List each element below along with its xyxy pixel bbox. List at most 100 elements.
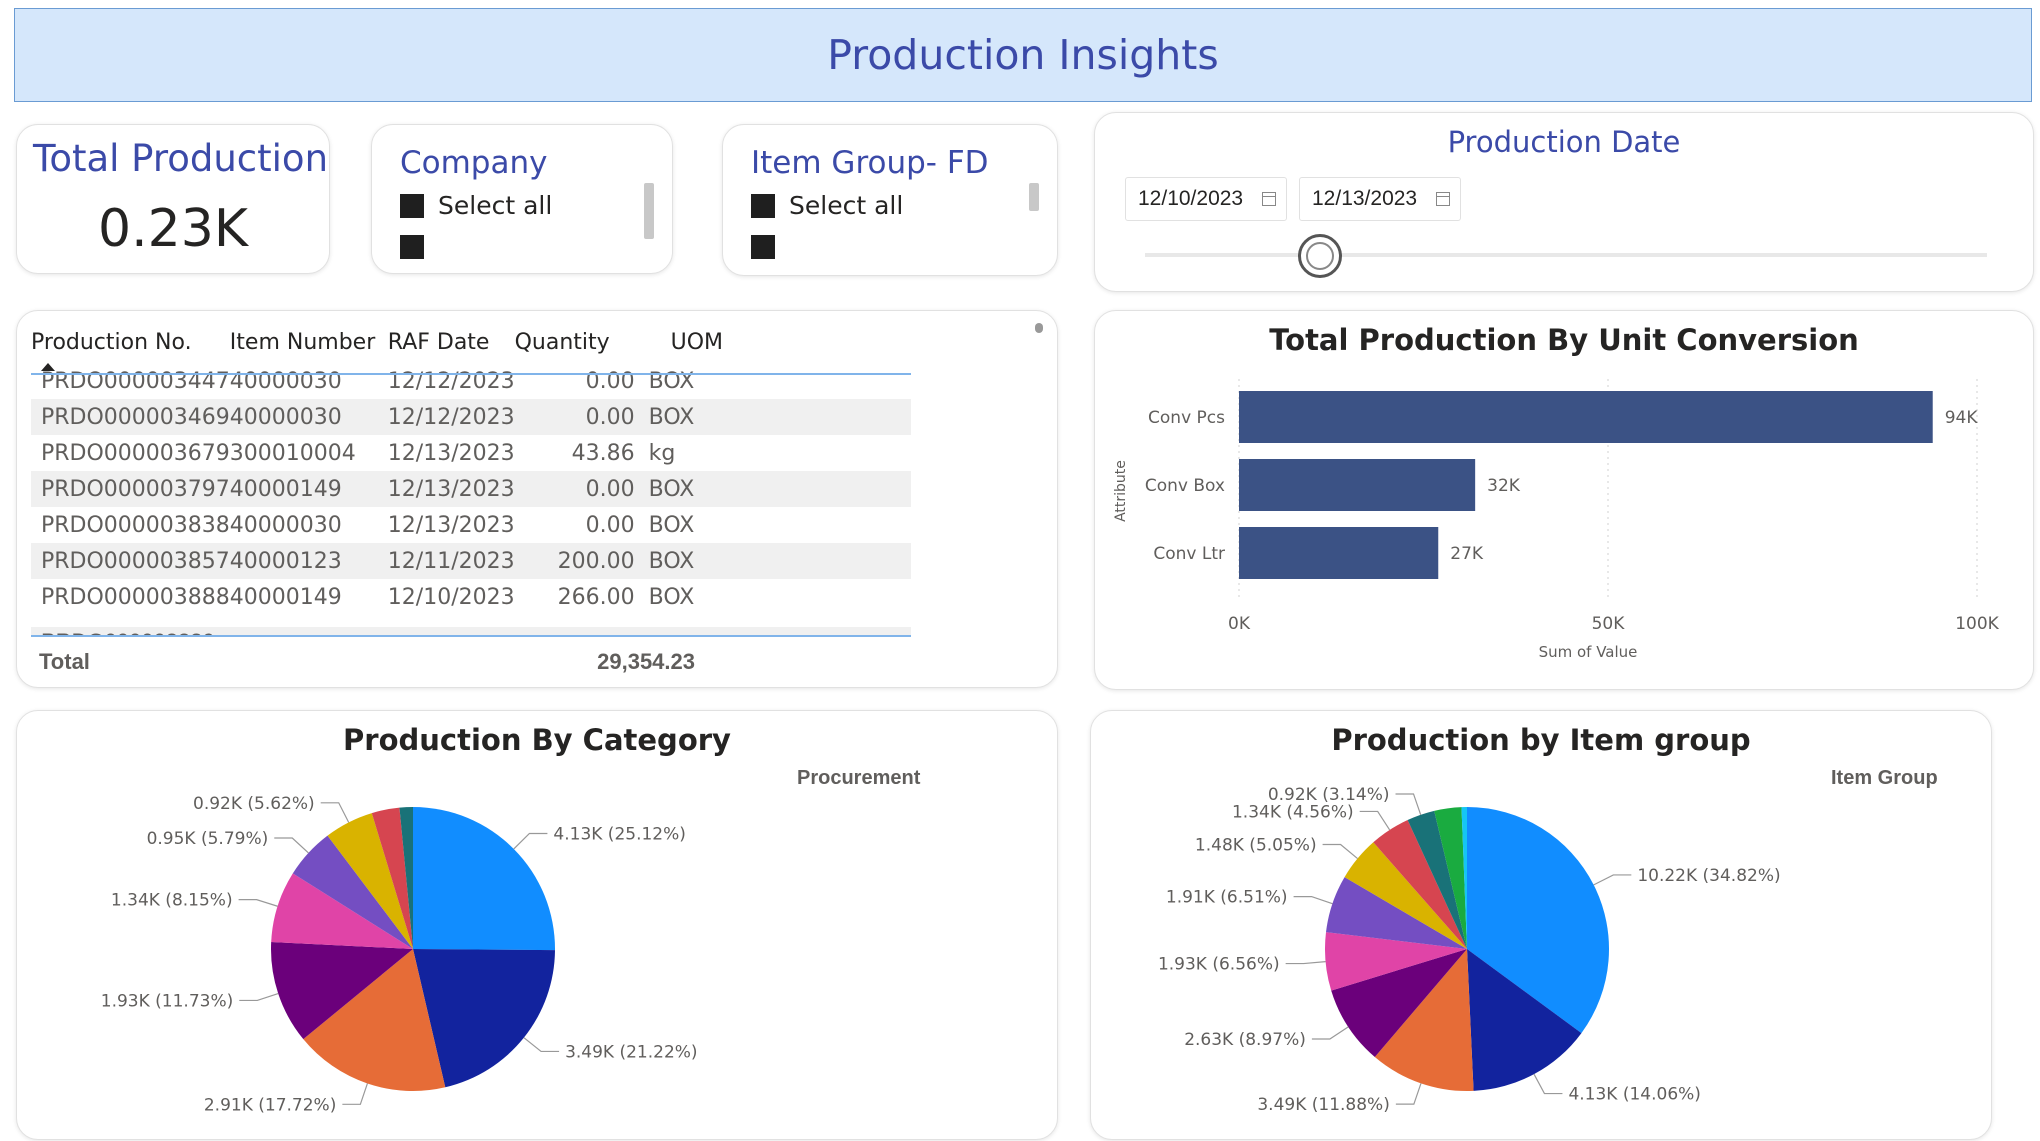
- uom-cell: BOX: [648, 368, 695, 394]
- uom-cell: BOX: [634, 543, 911, 579]
- production-no-cell: PRDO000003888: [41, 584, 230, 610]
- pie-data-label: 1.91K (6.51%): [1166, 888, 1288, 908]
- checkbox-icon[interactable]: [400, 235, 424, 259]
- quantity-cell: 200.00: [514, 543, 635, 579]
- leader-line: [274, 837, 309, 854]
- pie-data-label: 1.34K (8.15%): [111, 891, 233, 911]
- uom-cell: BOX: [634, 471, 911, 507]
- leader-line: [1322, 843, 1358, 859]
- category-pie-card: Production By Category Procurement 4.13K…: [16, 710, 1058, 1140]
- start-date-input[interactable]: 12/10/2023: [1125, 177, 1287, 221]
- report-header: Production Insights: [14, 8, 2032, 102]
- table-scrollbar[interactable]: [1035, 323, 1043, 333]
- item-number-cell: 40000030: [229, 368, 342, 394]
- item-group-option[interactable]: [751, 235, 789, 259]
- item-number-cell: 40000149: [229, 584, 342, 610]
- column-header-quantity[interactable]: Quantity: [515, 321, 635, 363]
- checkbox-icon[interactable]: [751, 235, 775, 259]
- bar-chart-title: Total Production By Unit Conversion: [1269, 323, 1859, 357]
- start-date-value: 12/10/2023: [1138, 187, 1244, 210]
- leader-line: [342, 1083, 368, 1105]
- leader-line: [1285, 961, 1326, 965]
- leader-line: [513, 832, 548, 850]
- column-header-item-number[interactable]: Item Number: [230, 321, 388, 363]
- item-group-slicer-scrollbar[interactable]: [1029, 183, 1039, 211]
- table-row[interactable]: PRDO000003857 40000123 12/11/2023 200.00 BOX: [31, 543, 911, 579]
- table-row[interactable]: PRDO000003838 40000030 12/13/2023 0.00 BOX: [31, 507, 911, 543]
- date-slider-handle[interactable]: [1298, 234, 1342, 278]
- calendar-icon[interactable]: [1262, 192, 1276, 206]
- item-group-pie-title: Production by Item group: [1331, 723, 1751, 757]
- bar: [1239, 459, 1476, 511]
- body-divider: [31, 635, 911, 637]
- leader-line: [1533, 1073, 1563, 1095]
- company-slicer-scrollbar[interactable]: [644, 183, 654, 239]
- raf-date-cell: 12/12/2023: [387, 399, 515, 435]
- company-select-all-label: Select all: [438, 191, 553, 220]
- table-row[interactable]: PRDO000003469 40000030 12/12/2023 0.00 BOX: [31, 399, 911, 435]
- pie-data-label: 2.63K (8.97%): [1184, 1030, 1306, 1050]
- table-total-label: Total: [39, 649, 90, 674]
- company-option[interactable]: [400, 235, 438, 259]
- column-header-raf-date[interactable]: RAF Date: [388, 321, 515, 363]
- leader-line: [239, 992, 279, 1002]
- leader-line: [1593, 874, 1632, 886]
- production-no-cell: PRDO000003838: [41, 512, 230, 538]
- pie-data-label: 10.22K (34.82%): [1637, 866, 1780, 886]
- y-category-label: Conv Ltr: [1153, 544, 1225, 564]
- company-slicer: Company Select all: [371, 124, 673, 274]
- pie-data-label: 1.93K (11.73%): [101, 991, 234, 1011]
- quantity-cell: 0.00: [514, 471, 635, 507]
- date-slider-track[interactable]: [1145, 253, 1987, 257]
- pie-data-label: 0.95K (5.79%): [147, 829, 269, 849]
- raf-date-cell: 12/11/2023: [387, 543, 515, 579]
- quantity-cell: 0.00: [514, 399, 635, 435]
- table-row[interactable]: PRDO000003888 40000149 12/10/2023 266.00 BOX: [31, 579, 911, 615]
- production-no-cell: PRDO000003857: [31, 543, 230, 579]
- production-no-cell: PRDO000003447: [41, 368, 230, 394]
- uom-cell: BOX: [648, 512, 695, 538]
- item-group-pie-card: Production by Item group Item Group 10.2…: [1090, 710, 1992, 1140]
- pie-data-label: 3.49K (21.22%): [565, 1042, 698, 1062]
- table-row[interactable]: PRDO000003679 300010004 12/13/2023 43.86 kg: [31, 435, 911, 471]
- date-slicer-title: Production Date: [1447, 125, 1681, 159]
- kpi-label: Total Production: [33, 137, 329, 180]
- category-pie-chart: 4.13K (25.12%) 3.49K (21.22%) 2.91K (17.72…: [101, 794, 698, 1116]
- table-row[interactable]: PRDO000003797 40000149 12/13/2023 0.00 BOX: [31, 471, 911, 507]
- leader-line: [1359, 810, 1391, 831]
- pie-slice: [413, 807, 555, 951]
- pie-data-label: 4.13K (25.12%): [553, 824, 686, 844]
- x-axis-title: Sum of Value: [1539, 643, 1638, 661]
- item-group-pie-legend-title: Item Group: [1831, 767, 1938, 789]
- item-group-pie-chart: 10.22K (34.82%) 4.13K (14.06%) 3.49K (11.8…: [1158, 785, 1781, 1115]
- uom-cell: BOX: [648, 584, 695, 610]
- pie-data-label: 4.13K (14.06%): [1568, 1085, 1701, 1105]
- end-date-input[interactable]: 12/13/2023: [1299, 177, 1461, 221]
- y-category-label: Conv Pcs: [1148, 408, 1225, 428]
- checkbox-icon[interactable]: [751, 193, 775, 218]
- item-group-select-all[interactable]: Select all: [751, 191, 903, 220]
- pie-data-label: 3.49K (11.88%): [1257, 1095, 1390, 1115]
- leader-line: [320, 802, 350, 823]
- raf-date-cell: 12/12/2023: [387, 368, 515, 394]
- quantity-cell: 43.86: [571, 440, 635, 466]
- production-no-cell: PRDO000003797: [31, 471, 230, 507]
- data-label: 94K: [1945, 408, 1979, 428]
- company-select-all[interactable]: Select all: [400, 191, 552, 220]
- kpi-value: 0.23K: [98, 199, 248, 259]
- column-header-uom[interactable]: UOM: [635, 321, 911, 363]
- y-category-label: Conv Box: [1145, 476, 1225, 496]
- production-table: Production No. Item Number RAF Date Quan…: [31, 321, 911, 615]
- leader-line: [238, 899, 278, 907]
- data-label: 32K: [1487, 476, 1521, 496]
- sort-ascending-icon[interactable]: [41, 363, 55, 371]
- column-header-production-no[interactable]: Production No.: [31, 321, 230, 363]
- leader-line: [1395, 793, 1422, 815]
- table-row[interactable]: PRDO000003447 40000030 12/12/2023 0.00 BOX: [31, 363, 911, 399]
- kpi-card: Total Production 0.23K: [16, 124, 330, 274]
- item-number-cell: 40000030: [229, 399, 388, 435]
- calendar-icon[interactable]: [1436, 192, 1450, 206]
- item-group-slicer: Item Group- FD Select all: [722, 124, 1058, 276]
- checkbox-icon[interactable]: [400, 193, 424, 218]
- page-title: Production Insights: [827, 31, 1219, 79]
